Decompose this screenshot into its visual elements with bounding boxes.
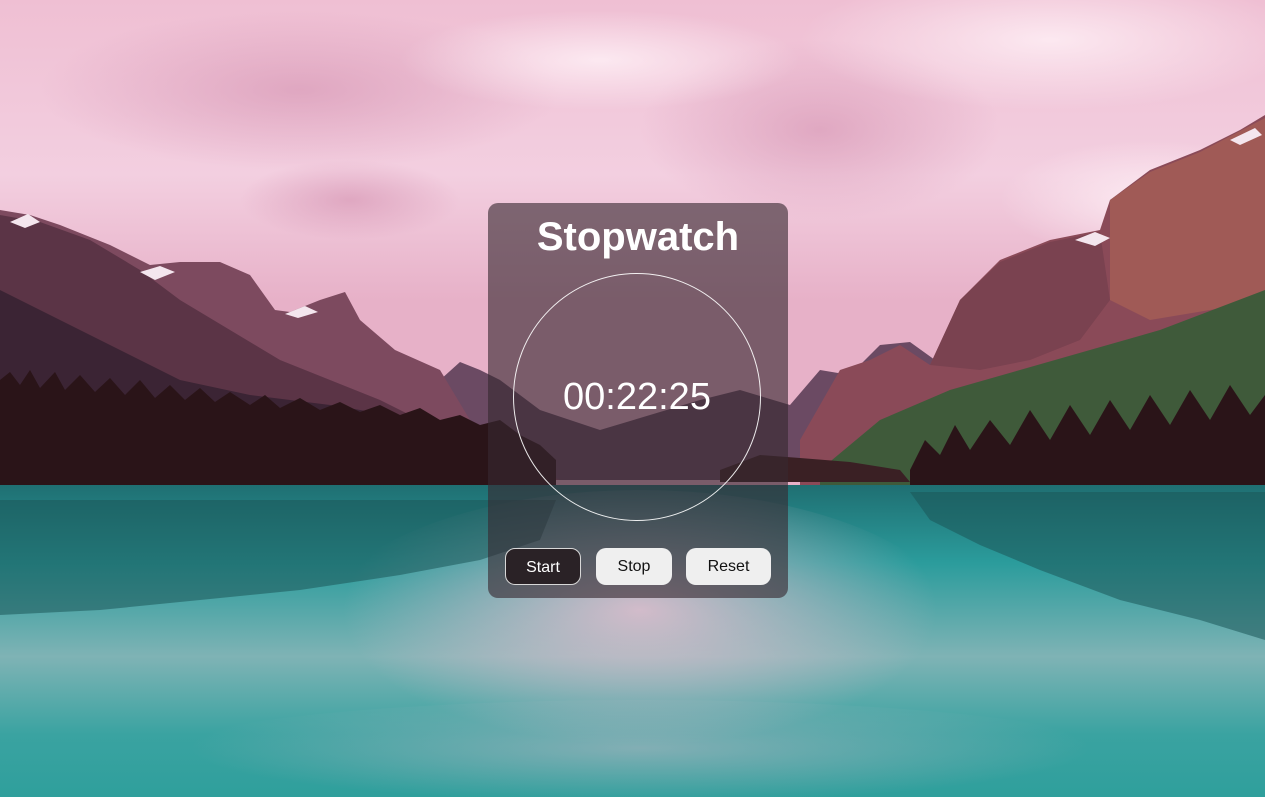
stopwatch-card: Stopwatch 00:22:25 Start Stop Reset (488, 203, 788, 598)
stopwatch-title: Stopwatch (536, 215, 740, 259)
start-button[interactable]: Start (505, 548, 581, 585)
reset-button[interactable]: Reset (686, 548, 771, 585)
timer-dial: 00:22:25 (513, 273, 761, 521)
elapsed-time: 00:22:25 (563, 376, 711, 418)
stop-button[interactable]: Stop (596, 548, 672, 585)
